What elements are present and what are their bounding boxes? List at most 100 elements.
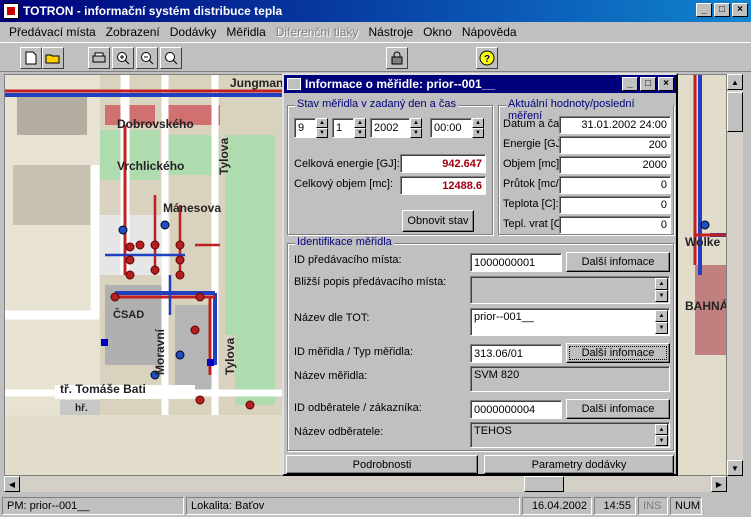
scroll-left-icon[interactable]: ◀ bbox=[4, 476, 20, 492]
menu-okno[interactable]: Okno bbox=[418, 25, 457, 39]
minimize-button[interactable]: _ bbox=[696, 3, 712, 17]
time-spinner[interactable]: ▲ ▼ bbox=[472, 118, 484, 138]
total-volume-label: Celkový objem [mc]: bbox=[294, 178, 394, 190]
meter-more-info-button[interactable]: Další infomace bbox=[566, 343, 670, 363]
day-spinner[interactable]: ▲ ▼ bbox=[316, 118, 328, 138]
maximize-button[interactable]: □ bbox=[714, 3, 730, 17]
customer-name-scrollbar[interactable]: ▲ ▼ bbox=[655, 424, 668, 446]
scroll-thumb[interactable] bbox=[727, 92, 743, 132]
menu-nastroje[interactable]: Nástroje bbox=[363, 25, 418, 39]
customer-id-field[interactable]: 0000000004 bbox=[470, 400, 562, 419]
pm-id-label: ID předávacího místa: bbox=[294, 254, 402, 266]
help-icon[interactable]: ? bbox=[476, 47, 498, 69]
pm-description-label: Bližší popis předávacího místa: bbox=[294, 276, 447, 288]
total-energy-value: 942.647 bbox=[400, 154, 486, 173]
pm-description-scrollbar[interactable]: ▲ ▼ bbox=[655, 278, 668, 302]
scroll-down-icon[interactable]: ▼ bbox=[655, 322, 668, 334]
current-flow-value: 0 bbox=[559, 176, 671, 194]
app-titlebar: TOTRON - informační systém distribuce te… bbox=[0, 0, 751, 22]
dialog-minimize-button[interactable]: _ bbox=[622, 77, 638, 91]
close-button[interactable]: × bbox=[732, 3, 748, 17]
zoom-reset-icon[interactable] bbox=[160, 47, 182, 69]
tot-name-scrollbar[interactable]: ▲ ▼ bbox=[655, 310, 668, 334]
current-energy-label: Energie [GJ]: bbox=[503, 138, 568, 150]
pm-id-field[interactable]: 1000000001 bbox=[470, 253, 562, 272]
grid-icon bbox=[287, 78, 301, 90]
statusbar: PM: prior--001__ Lokalita: Baťov 16.04.2… bbox=[0, 494, 751, 517]
street-label: hř. bbox=[75, 403, 88, 414]
menu-diferencni-tlaky: Diferenční tlaky bbox=[275, 25, 359, 39]
app-title: TOTRON - informační systém distribuce te… bbox=[23, 4, 283, 18]
month-input[interactable]: 1 bbox=[332, 118, 354, 138]
status-locality: Lokalita: Baťov bbox=[186, 496, 520, 515]
svg-text:?: ? bbox=[484, 54, 490, 65]
street-label: Dobrovského bbox=[117, 117, 194, 131]
tab-supply-parameters[interactable]: Parametry dodávky bbox=[484, 455, 674, 474]
menu-napoveda[interactable]: Nápověda bbox=[457, 25, 522, 39]
tab-details[interactable]: Podrobnosti bbox=[286, 455, 478, 474]
identification-label: Identifikace měřidla bbox=[295, 236, 394, 248]
customer-name-field[interactable]: TEHOS bbox=[470, 422, 670, 448]
current-temperature-label: Teplota [C]: bbox=[503, 198, 559, 210]
meter-id-label: ID měřidla / Typ měřidla: bbox=[294, 346, 414, 358]
pm-more-info-button[interactable]: Další infomace bbox=[566, 252, 670, 272]
print-icon[interactable] bbox=[88, 47, 110, 69]
scroll-up-icon[interactable]: ▲ bbox=[727, 74, 743, 90]
vertical-scrollbar[interactable]: ▲ ▼ bbox=[727, 74, 743, 476]
current-datetime-value: 31.01.2002 24:00 bbox=[559, 116, 671, 134]
street-label: Tylova bbox=[223, 337, 237, 375]
new-file-icon[interactable] bbox=[20, 47, 42, 69]
pm-description-field[interactable] bbox=[470, 276, 670, 304]
scroll-down-icon[interactable]: ▼ bbox=[655, 435, 668, 446]
street-label: Mánesova bbox=[163, 201, 222, 215]
scroll-up-icon[interactable]: ▲ bbox=[655, 278, 668, 290]
customer-name-label: Název odběratele: bbox=[294, 426, 384, 438]
meter-info-dialog: Informace o měřidle: prior--001__ _ □ × … bbox=[282, 73, 678, 476]
scroll-right-icon[interactable]: ▶ bbox=[711, 476, 727, 492]
menu-meridla[interactable]: Měřidla bbox=[221, 25, 270, 39]
meter-name-field[interactable]: SVM 820 bbox=[470, 366, 670, 392]
day-input[interactable]: 9 bbox=[294, 118, 316, 138]
resize-grip-icon[interactable] bbox=[704, 497, 724, 515]
open-folder-icon[interactable] bbox=[42, 47, 64, 69]
current-values-group: Aktuální hodnoty/poslední měření Datum a… bbox=[498, 98, 674, 235]
scroll-down-icon[interactable]: ▼ bbox=[655, 290, 668, 302]
total-energy-label: Celková energie [GJ]: bbox=[294, 158, 400, 170]
year-spinner[interactable]: ▲ ▼ bbox=[410, 118, 422, 138]
current-energy-value: 200 bbox=[559, 136, 671, 154]
current-return-temp-value: 0 bbox=[559, 216, 671, 234]
status-num: NUM bbox=[670, 496, 702, 515]
meter-id-field[interactable]: 313.06/01 bbox=[470, 344, 562, 363]
lock-icon[interactable] bbox=[386, 47, 408, 69]
status-ins: INS bbox=[638, 496, 668, 515]
street-label: ČSAD bbox=[113, 309, 145, 321]
month-spinner[interactable]: ▲ ▼ bbox=[354, 118, 366, 138]
scroll-up-icon[interactable]: ▲ bbox=[655, 424, 668, 435]
horizontal-scrollbar[interactable]: ◀ ▶ bbox=[4, 476, 727, 492]
status-time: 14:55 bbox=[594, 496, 636, 515]
scroll-thumb[interactable] bbox=[524, 476, 564, 492]
street-label: Wolke bbox=[685, 235, 721, 249]
zoom-out-icon[interactable] bbox=[136, 47, 158, 69]
street-label: Moravní bbox=[153, 328, 167, 375]
dialog-title: Informace o měřidle: prior--001__ bbox=[305, 77, 496, 91]
customer-more-info-button[interactable]: Další infomace bbox=[566, 399, 670, 419]
current-temperature-value: 0 bbox=[559, 196, 671, 214]
scroll-up-icon[interactable]: ▲ bbox=[655, 310, 668, 322]
meter-name-label: Název měřidla: bbox=[294, 370, 368, 382]
current-volume-value: 2000 bbox=[559, 156, 671, 174]
year-input[interactable]: 2002 bbox=[370, 118, 410, 138]
refresh-state-button[interactable]: Obnovit stav bbox=[402, 210, 474, 232]
menubar: Předávací místa Zobrazení Dodávky Měřidl… bbox=[0, 22, 751, 42]
app-icon bbox=[3, 3, 19, 19]
dialog-close-button[interactable]: × bbox=[658, 77, 674, 91]
tot-name-field[interactable]: prior--001__ bbox=[470, 308, 670, 336]
time-input[interactable]: 00:00 bbox=[430, 118, 472, 138]
menu-predavaci-mista[interactable]: Předávací místa bbox=[4, 25, 101, 39]
dialog-titlebar: Informace o měřidle: prior--001__ _ □ × bbox=[284, 75, 676, 93]
zoom-in-icon[interactable] bbox=[112, 47, 134, 69]
dialog-maximize-button[interactable]: □ bbox=[640, 77, 656, 91]
scroll-down-icon[interactable]: ▼ bbox=[727, 460, 743, 476]
menu-dodavky[interactable]: Dodávky bbox=[165, 25, 222, 39]
menu-zobrazeni[interactable]: Zobrazení bbox=[101, 25, 165, 39]
